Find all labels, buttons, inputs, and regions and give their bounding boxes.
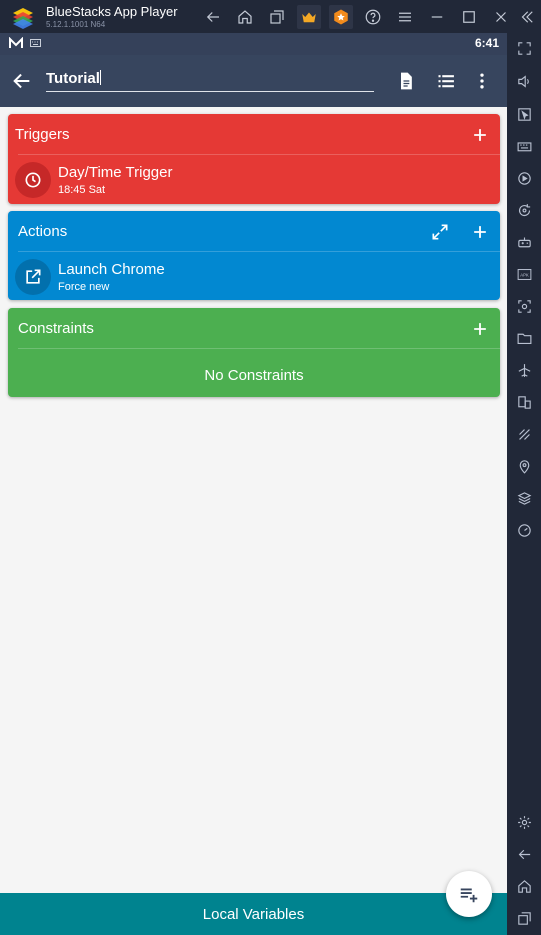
window-title: BlueStacks App Player <box>46 4 178 19</box>
back-arrow-icon[interactable] <box>11 70 33 92</box>
android-home-icon[interactable] <box>514 876 534 896</box>
airplane-icon[interactable] <box>514 360 534 380</box>
fullscreen-icon[interactable] <box>514 38 534 58</box>
add-constraint-button[interactable] <box>468 317 492 341</box>
macrodroid-notification-icon <box>9 37 23 48</box>
app-bar: Tutorial <box>0 55 507 107</box>
clock-icon <box>15 162 51 198</box>
android-screen: 6:41 Tutorial Triggers Day/Time Trigger … <box>0 33 507 935</box>
gamepad-icon[interactable] <box>514 232 534 252</box>
bluestacks-logo-icon <box>13 8 33 29</box>
android-back-icon[interactable] <box>514 844 534 864</box>
local-variables-label: Local Variables <box>202 905 305 923</box>
macro-name-input[interactable]: Tutorial <box>46 67 374 92</box>
recent-apps-icon[interactable] <box>265 5 289 29</box>
layers-icon[interactable] <box>514 488 534 508</box>
back-arrow-icon[interactable] <box>201 5 225 29</box>
pointer-icon[interactable] <box>514 104 534 124</box>
add-to-list-fab[interactable] <box>446 871 492 917</box>
add-action-button[interactable] <box>468 220 492 244</box>
home-icon[interactable] <box>233 5 257 29</box>
help-icon[interactable] <box>361 5 385 29</box>
local-variables-bar[interactable]: Local Variables <box>0 893 507 935</box>
window-version: 5.12.1.1001 N64 <box>46 20 106 29</box>
multi-instance-icon[interactable] <box>514 392 534 412</box>
constraints-header: Constraints <box>18 320 94 337</box>
minimize-icon[interactable] <box>425 5 449 29</box>
settings-gear-icon[interactable] <box>514 812 534 832</box>
triggers-header: Triggers <box>15 126 70 143</box>
maximize-icon[interactable] <box>457 5 481 29</box>
description-icon[interactable] <box>394 69 418 93</box>
triggers-card: Triggers Day/Time Trigger 18:45 Sat <box>8 114 500 204</box>
open-in-new-icon <box>15 259 51 295</box>
text-cursor <box>99 70 101 85</box>
rotate-icon[interactable] <box>514 200 534 220</box>
hexagon-star-icon[interactable] <box>329 5 353 29</box>
list-view-icon[interactable] <box>434 69 458 93</box>
card-divider <box>18 154 500 155</box>
svg-text:APK: APK <box>520 272 529 277</box>
emulator-sidebar: APK <box>507 33 541 935</box>
location-icon[interactable] <box>514 456 534 476</box>
constraints-card: Constraints No Constraints <box>8 308 500 397</box>
trigger-subtitle: 18:45 Sat <box>58 184 106 196</box>
screenshot-icon[interactable] <box>514 296 534 316</box>
action-title: Launch Chrome <box>58 261 165 278</box>
close-icon[interactable] <box>489 5 513 29</box>
apk-icon[interactable]: APK <box>514 264 534 284</box>
status-bar: 6:41 <box>0 33 507 55</box>
performance-icon[interactable] <box>514 520 534 540</box>
card-divider <box>18 251 500 252</box>
keyboard-notification-icon <box>30 39 41 47</box>
menu-icon[interactable] <box>393 5 417 29</box>
status-time: 6:41 <box>474 36 499 50</box>
eco-mode-icon[interactable] <box>514 424 534 444</box>
no-constraints-text: No Constraints <box>204 367 304 384</box>
action-subtitle: Force new <box>58 281 110 293</box>
trigger-title: Day/Time Trigger <box>58 164 173 181</box>
emulator-title-bar: BlueStacks App Player 5.12.1.1001 N64 <box>0 0 541 33</box>
macro-play-icon[interactable] <box>514 168 534 188</box>
folder-icon[interactable] <box>514 328 534 348</box>
more-options-icon[interactable] <box>470 69 494 93</box>
macro-name-text: Tutorial <box>46 70 100 87</box>
actions-card: Actions Launch Chrome Force new <box>8 211 500 300</box>
expand-icon[interactable] <box>428 220 452 244</box>
collapse-sidebar-icon[interactable] <box>515 5 539 29</box>
add-trigger-button[interactable] <box>468 123 492 147</box>
crown-icon[interactable] <box>297 5 321 29</box>
volume-icon[interactable] <box>514 71 534 91</box>
keyboard-icon[interactable] <box>514 136 534 156</box>
actions-header: Actions <box>18 223 68 240</box>
card-divider <box>18 348 500 349</box>
android-recents-icon[interactable] <box>514 908 534 928</box>
